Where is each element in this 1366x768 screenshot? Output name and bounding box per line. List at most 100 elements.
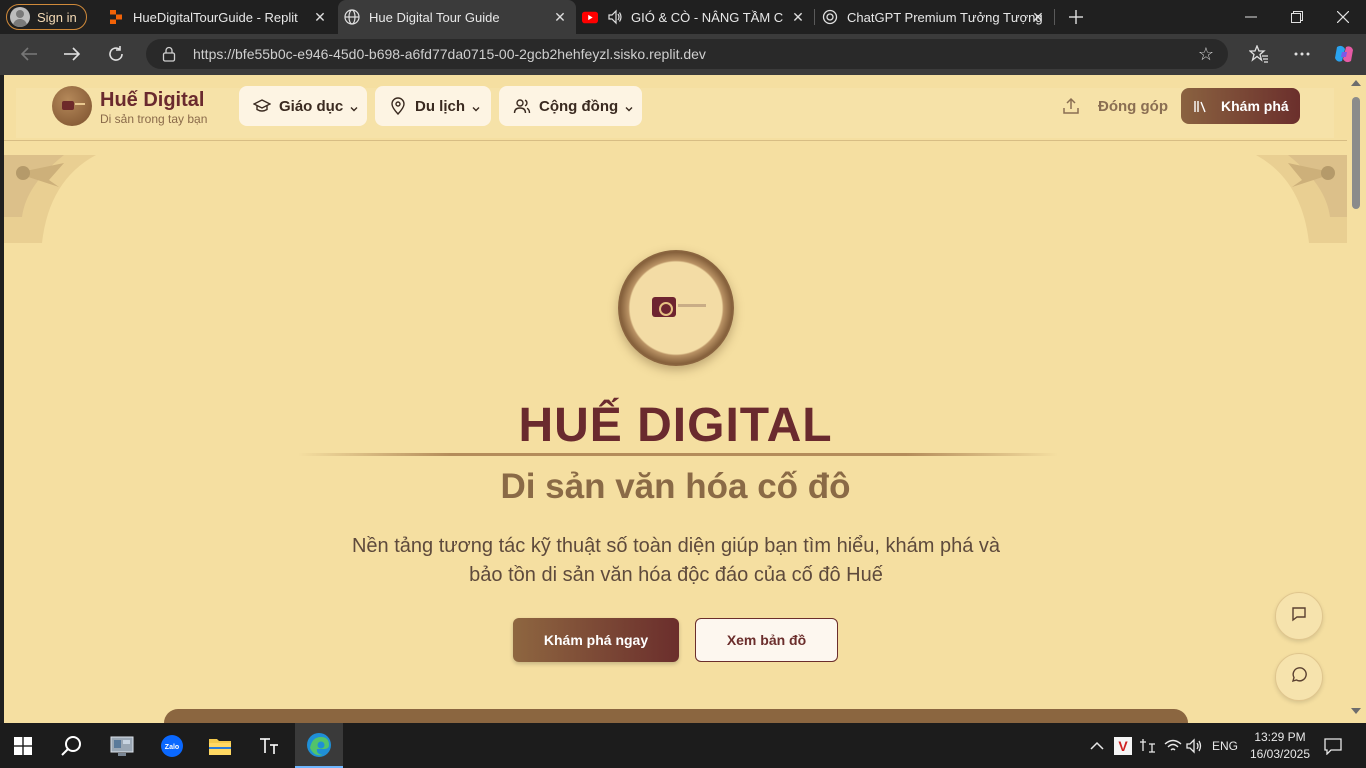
chatgpt-icon [822, 9, 838, 25]
menu-du-lich-button[interactable]: Du lịch [375, 86, 491, 126]
message-square-icon [1291, 606, 1307, 627]
svg-text:V: V [1118, 738, 1128, 754]
show-hidden-icons-chevron-icon[interactable] [1090, 723, 1104, 768]
scrollbar-thumb[interactable] [1352, 97, 1360, 209]
hero-emblem [618, 250, 734, 366]
profile-avatar-icon [10, 7, 30, 27]
chatbot-button[interactable] [1275, 653, 1323, 701]
clock[interactable]: 13:29 PM 16/03/2025 [1250, 723, 1310, 768]
clock-date: 16/03/2025 [1249, 747, 1311, 761]
control-panel-icon[interactable] [99, 723, 145, 768]
tab-youtube[interactable]: GIÓ & CÒ - NÂNG TẦM CUỘ ✕ [578, 0, 814, 34]
chevron-down-icon [349, 101, 359, 112]
explore-now-button[interactable]: Khám phá ngay [513, 618, 679, 662]
users-icon [513, 97, 531, 115]
menu-cong-dong-button[interactable]: Cộng đồng [499, 86, 642, 126]
view-map-button[interactable]: Xem bản đồ [695, 618, 838, 662]
close-window-button[interactable] [1320, 0, 1366, 34]
emblem-logo-line [678, 304, 706, 307]
hero-divider [298, 453, 1058, 456]
wifi-icon[interactable] [1164, 723, 1182, 768]
hero-description: Nền tảng tương tác kỹ thuật số toàn diện… [336, 532, 1016, 590]
graduation-cap-icon [252, 97, 272, 115]
page-scrollbar[interactable] [1347, 75, 1366, 723]
tab-title: HueDigitalTourGuide - Replit [133, 9, 298, 25]
clock-time: 13:29 PM [1254, 730, 1306, 744]
hero-description-line: bảo tồn di sản văn hóa độc đáo của cố đô… [469, 564, 883, 586]
close-tab-icon[interactable]: ✕ [1030, 9, 1046, 25]
menu-label: Du lịch [415, 97, 466, 115]
right-corner-ornament [1256, 155, 1347, 243]
file-explorer-icon[interactable] [197, 723, 243, 768]
web-page: Huế Digital Di sản trong tay bạn Giáo dụ… [4, 75, 1347, 723]
brand-title[interactable]: Huế Digital [100, 89, 204, 112]
tab-separator [814, 9, 815, 25]
explore-label: Khám phá [1221, 98, 1289, 114]
profile-signin-button[interactable]: Sign in [6, 4, 87, 30]
logo-mark-line [75, 103, 85, 105]
favorite-star-icon[interactable]: ☆ [1198, 44, 1214, 65]
library-icon [1193, 98, 1209, 114]
volume-icon[interactable] [1186, 723, 1204, 768]
menu-label: Cộng đồng [539, 97, 619, 115]
more-menu-icon[interactable] [1287, 40, 1317, 68]
unikey-v-icon[interactable]: V [1114, 723, 1132, 768]
signin-label: Sign in [37, 9, 77, 25]
close-tab-icon[interactable]: ✕ [312, 9, 328, 25]
menu-label: Giáo dục [279, 97, 344, 115]
map-pin-icon [389, 97, 407, 116]
back-arrow-icon[interactable] [14, 40, 44, 68]
brand-subtitle: Di sản trong tay bạn [100, 112, 208, 126]
svg-text:Zalo: Zalo [165, 744, 179, 751]
tab-chatgpt[interactable]: ChatGPT Premium Tưởng Tượng ✕ [818, 0, 1054, 34]
explore-nav-button[interactable]: Khám phá [1181, 88, 1300, 124]
chevron-down-icon [471, 101, 481, 112]
font-app-icon[interactable] [246, 723, 292, 768]
close-tab-icon[interactable]: ✕ [552, 9, 568, 25]
chevron-down-icon [624, 101, 634, 112]
windows-start-icon[interactable] [0, 723, 46, 768]
replit-icon [108, 9, 124, 25]
notification-center-icon[interactable] [1324, 723, 1342, 768]
globe-icon [344, 9, 360, 25]
hero-title: HUẾ DIGITAL [518, 399, 833, 452]
hero-subtitle: Di sản văn hóa cố đô [500, 467, 851, 506]
minimize-window-button[interactable] [1228, 0, 1274, 34]
header-divider [4, 140, 1347, 141]
youtube-icon [582, 9, 598, 25]
upload-icon [1062, 97, 1080, 115]
search-icon[interactable] [48, 723, 94, 768]
content-card-top [164, 709, 1188, 723]
new-tab-button[interactable] [1053, 0, 1099, 34]
contribute-label: Đóng góp [1098, 97, 1168, 115]
menu-giao-duc-button[interactable]: Giáo dục [239, 86, 367, 126]
left-corner-ornament [4, 155, 96, 243]
tab-replit[interactable]: HueDigitalTourGuide - Replit ✕ [100, 0, 336, 34]
language-indicator[interactable]: ENG [1212, 723, 1238, 768]
tab-title: ChatGPT Premium Tưởng Tượng [847, 9, 1043, 25]
close-tab-icon[interactable]: ✕ [790, 9, 806, 25]
chat-button[interactable] [1275, 592, 1323, 640]
tab-title: Hue Digital Tour Guide [369, 9, 500, 25]
zalo-icon[interactable]: Zalo [149, 723, 195, 768]
message-circle-icon [1290, 666, 1308, 689]
tab-title: GIÓ & CÒ - NÂNG TẦM CUỘ [631, 9, 783, 25]
logo-mark [62, 101, 74, 110]
forward-arrow-icon[interactable] [57, 40, 87, 68]
speaker-icon[interactable] [607, 9, 623, 25]
lock-icon[interactable] [162, 46, 176, 62]
site-logo[interactable] [52, 86, 92, 126]
scroll-up-arrow-icon[interactable] [1351, 80, 1361, 86]
scroll-down-arrow-icon[interactable] [1351, 708, 1361, 714]
input-method-icon[interactable] [1139, 723, 1157, 768]
url-field[interactable]: https://bfe55b0c-e946-45d0-b698-a6fd77da… [146, 39, 1228, 69]
tab-hue-digital[interactable]: Hue Digital Tour Guide ✕ [338, 0, 576, 34]
favorites-icon[interactable] [1244, 40, 1274, 68]
emblem-logo-mark [652, 297, 676, 317]
contribute-button[interactable]: Đóng góp [1062, 94, 1168, 118]
edge-browser-taskbar-icon[interactable] [295, 723, 343, 768]
copilot-icon[interactable] [1329, 40, 1359, 68]
url-text: https://bfe55b0c-e946-45d0-b698-a6fd77da… [193, 46, 706, 62]
refresh-icon[interactable] [101, 40, 131, 68]
restore-window-button[interactable] [1274, 0, 1320, 34]
